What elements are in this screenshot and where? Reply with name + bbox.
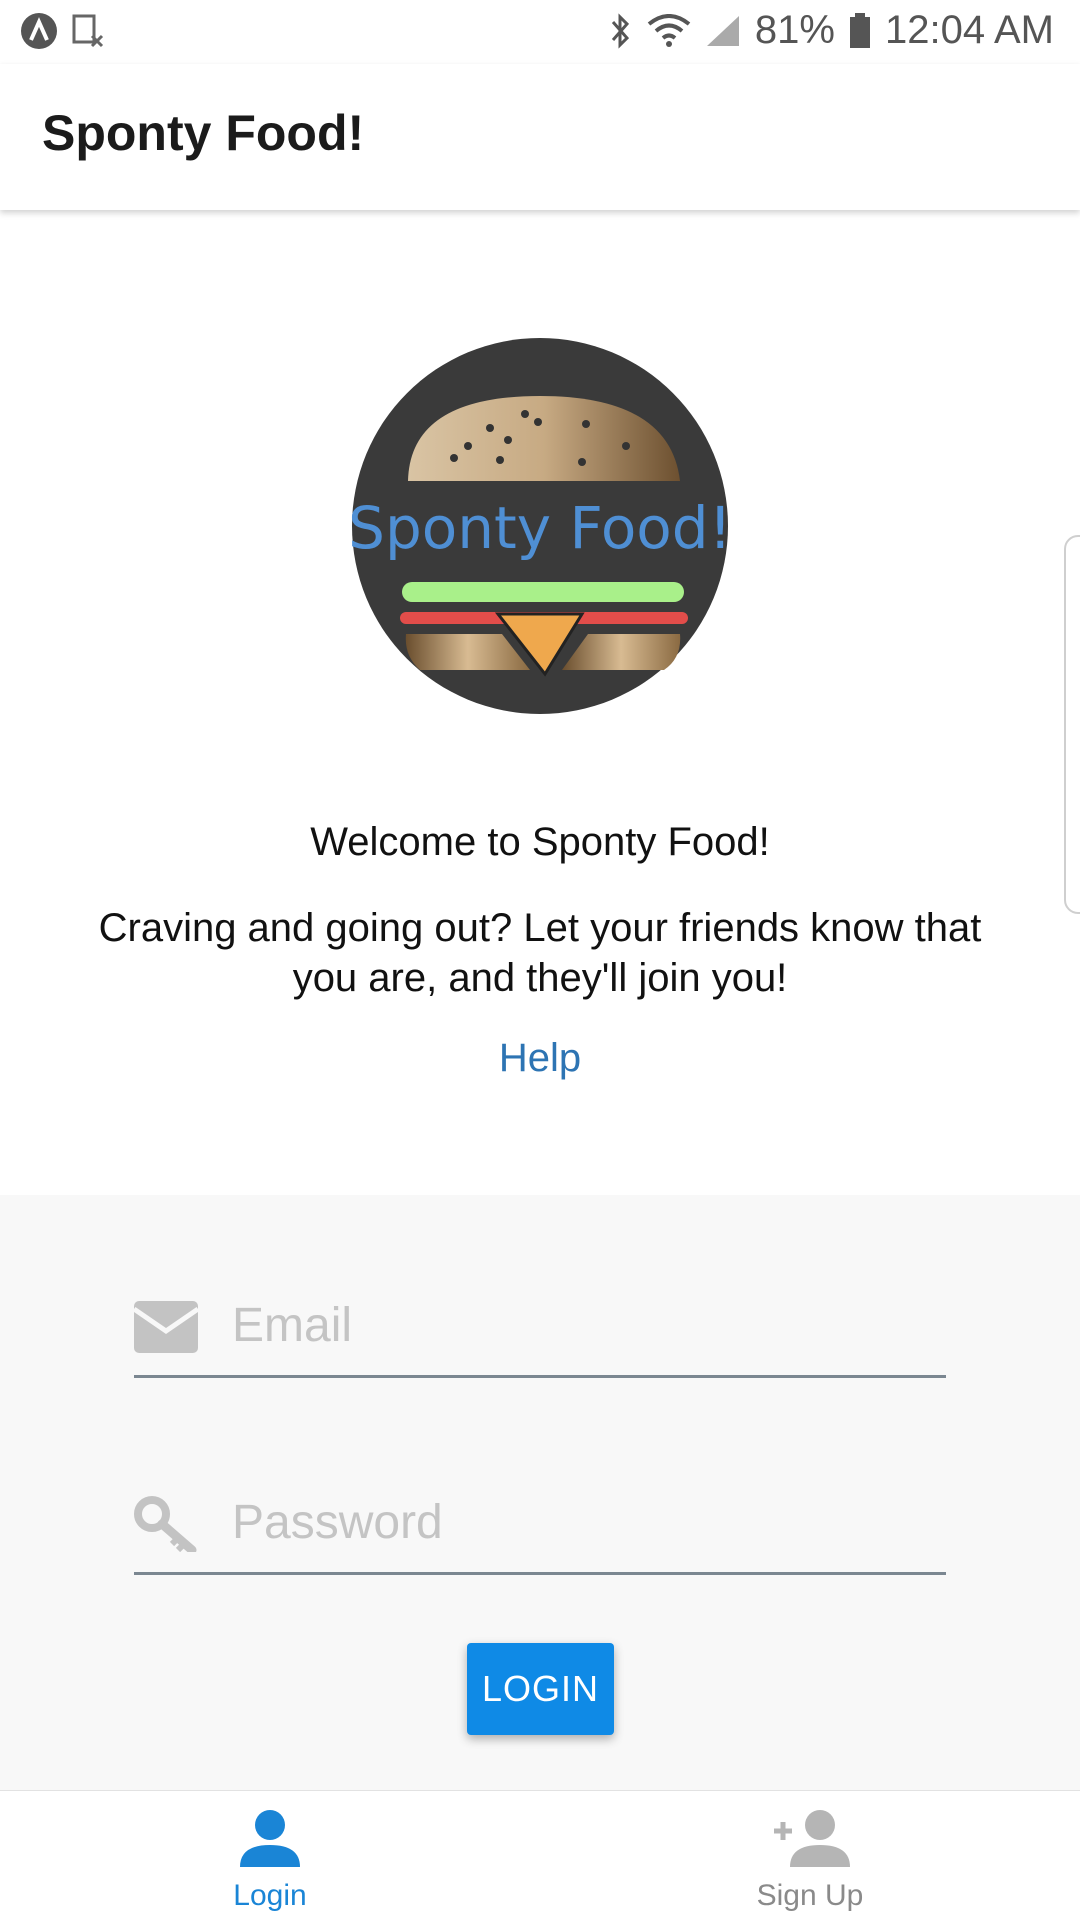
person-add-icon — [774, 1810, 850, 1867]
edge-panel-handle[interactable] — [1064, 535, 1080, 914]
bottom-navigation: Login Sign Up — [0, 1790, 1080, 1921]
person-icon — [240, 1810, 300, 1867]
hero-section: Sponty Food! Welcome to Sponty Food! Cra… — [0, 210, 1080, 1195]
key-icon — [134, 1496, 197, 1552]
email-input[interactable] — [230, 1289, 934, 1361]
signal-icon — [706, 15, 739, 46]
envelope-icon — [134, 1301, 198, 1353]
status-right: 81% 12:04 AM — [609, 8, 1054, 53]
login-form: LOGIN — [0, 1195, 1080, 1790]
status-bar: 81% 12:04 AM — [0, 0, 1080, 64]
nav-sign-up-label: Sign Up — [756, 1879, 864, 1912]
password-input[interactable] — [230, 1486, 934, 1558]
battery-icon — [849, 12, 870, 48]
password-field — [134, 1472, 946, 1575]
app-title: Sponty Food! — [42, 105, 365, 161]
nav-login-label: Login — [233, 1879, 307, 1912]
logo-text: Sponty Food! — [350, 494, 730, 562]
bluetooth-icon — [611, 12, 629, 49]
login-button[interactable]: LOGIN — [467, 1643, 614, 1735]
clock: 12:04 AM — [884, 8, 1054, 52]
app-logo-icon — [21, 13, 57, 49]
wifi-icon — [647, 13, 691, 47]
help-link[interactable]: Help — [0, 1036, 1080, 1081]
welcome-heading: Welcome to Sponty Food! — [310, 820, 770, 864]
burger-logo: Sponty Food! — [350, 338, 730, 714]
nav-sign-up[interactable]: Sign Up — [540, 1791, 1080, 1921]
email-field — [134, 1275, 946, 1378]
battery-percent: 81% — [754, 8, 835, 52]
nav-login[interactable]: Login — [0, 1791, 540, 1921]
status-left — [20, 12, 104, 50]
tagline-text: Craving and going out? Let your friends … — [98, 906, 982, 1000]
sim-missing-icon — [72, 14, 104, 48]
app-bar: Sponty Food! — [0, 64, 1080, 210]
